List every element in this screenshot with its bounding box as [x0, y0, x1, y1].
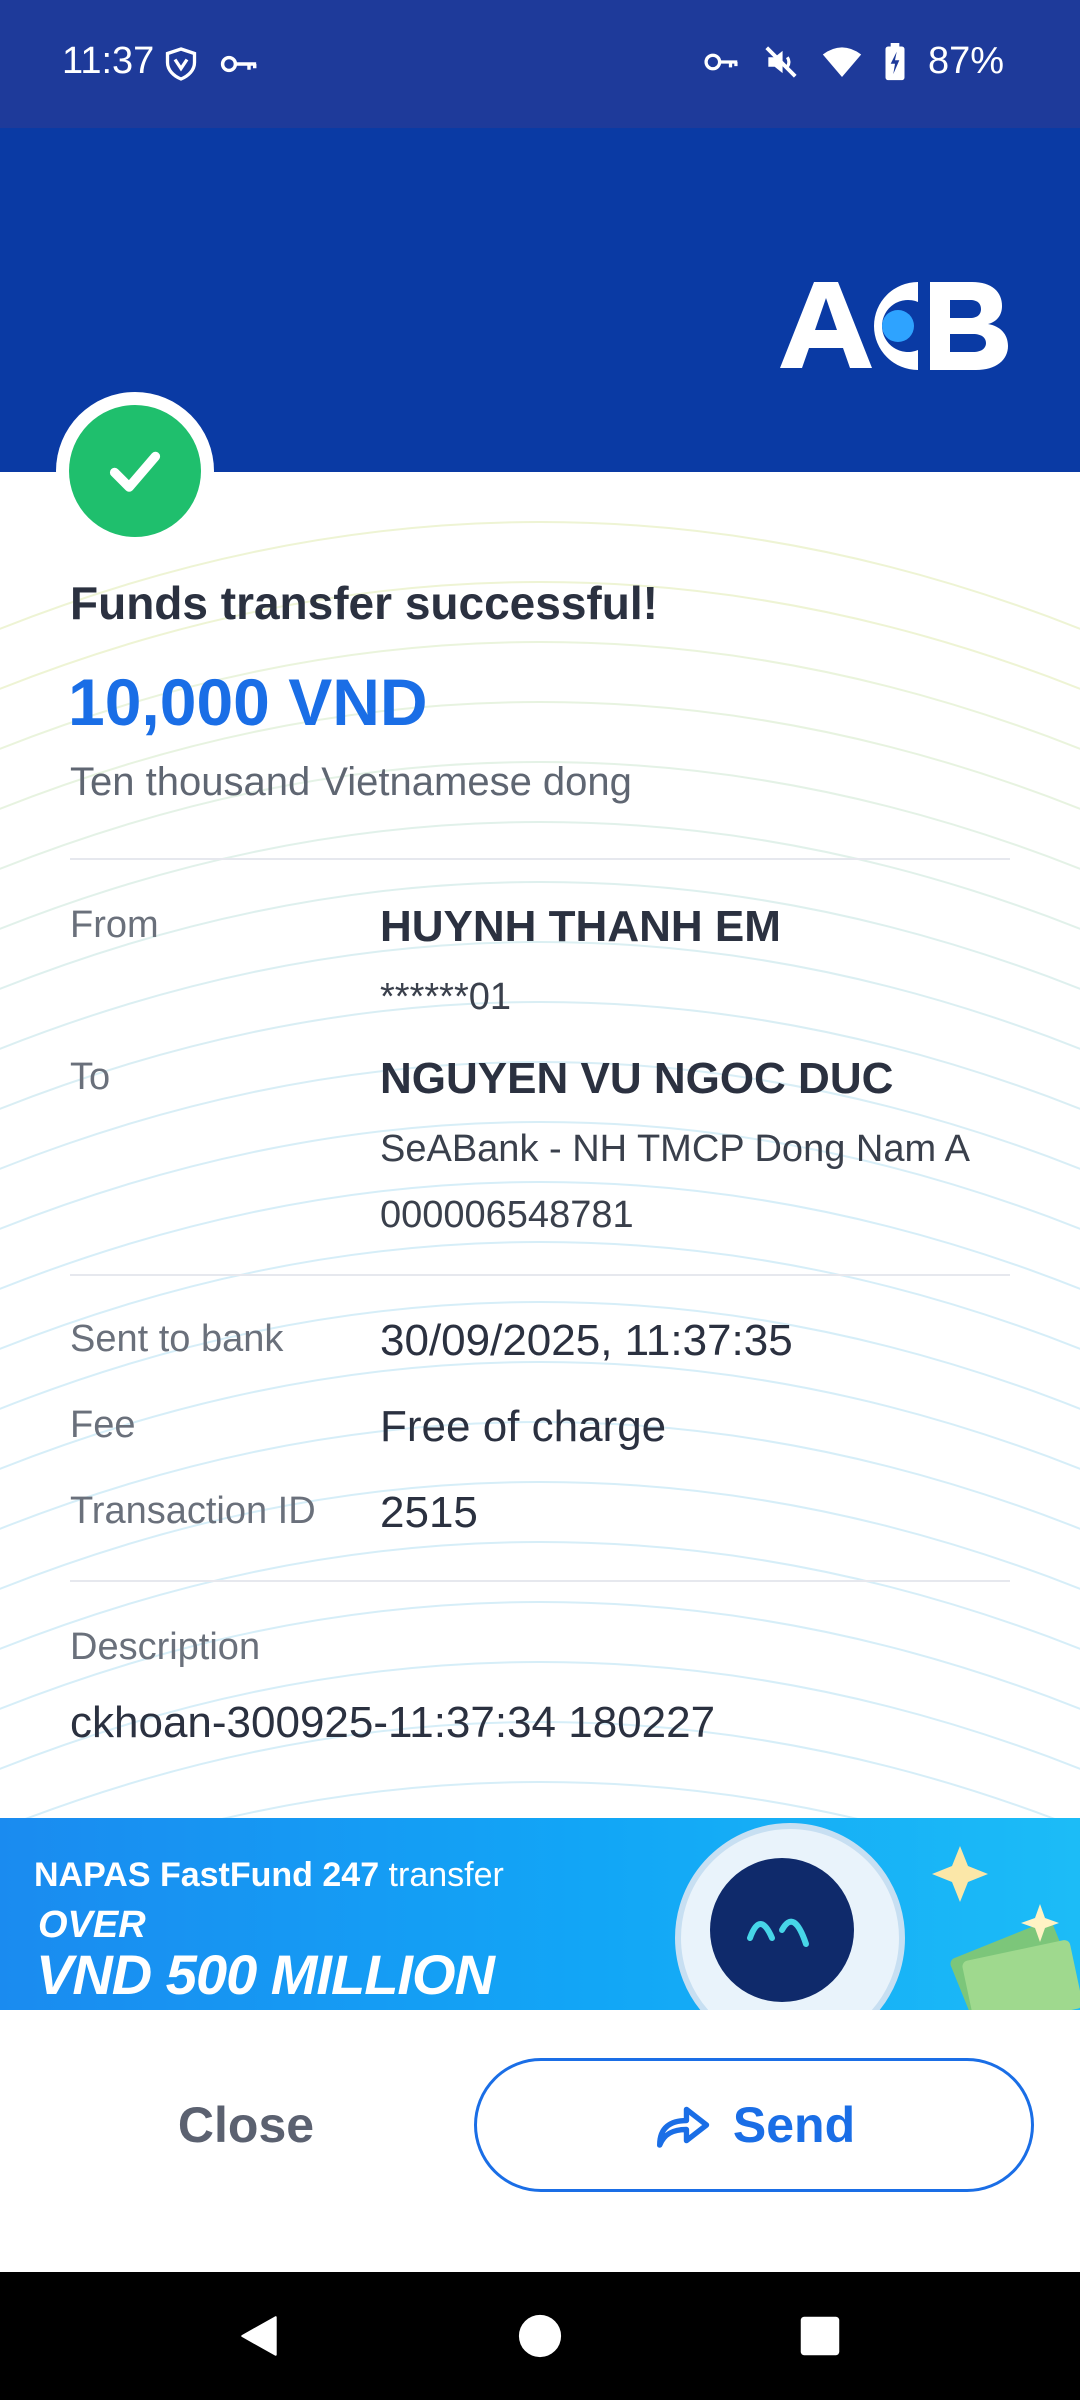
key-icon	[220, 55, 257, 73]
acb-logo	[780, 276, 1010, 376]
to-name: NGUYEN VU NGOC DUC	[380, 1054, 894, 1103]
bottom-actions: Close Send	[0, 2010, 1080, 2272]
napas-promo-banner[interactable]: NAPAS FastFund 247 transfer OVER VND 500…	[0, 1818, 1080, 2010]
banner-headline-bold: NAPAS FastFund 247	[34, 1856, 380, 1894]
sent-to-bank-value: 30/09/2025, 11:37:35	[380, 1316, 793, 1365]
back-icon[interactable]	[234, 2311, 284, 2361]
amount-in-words: Ten thousand Vietnamese dong	[70, 760, 632, 804]
description-value: ckhoan-300925-11:37:34 180227	[70, 1698, 716, 1747]
transfer-amount: 10,000 VND	[68, 665, 428, 739]
to-label: To	[70, 1056, 111, 1098]
fee-label: Fee	[70, 1404, 136, 1446]
vpn-shield-icon	[165, 47, 197, 81]
mute-icon	[765, 45, 797, 78]
share-arrow-icon	[656, 2106, 710, 2148]
transaction-id-value: 2515	[380, 1488, 478, 1537]
recents-icon[interactable]	[799, 2315, 841, 2357]
status-time: 11:37	[62, 40, 155, 82]
from-account: ******01	[380, 976, 511, 1018]
success-title: Funds transfer successful!	[70, 577, 658, 629]
battery-icon	[885, 42, 905, 80]
description-label: Description	[70, 1626, 261, 1668]
banner-amount-text: VND 500 MILLION	[36, 1943, 495, 2006]
wifi-icon	[822, 46, 862, 77]
success-check-badge	[56, 392, 214, 550]
send-button[interactable]: Send	[474, 2058, 1034, 2192]
banner-headline-rest: transfer	[379, 1856, 504, 1894]
divider	[70, 1274, 1010, 1276]
from-name: HUYNH THANH EM	[380, 902, 781, 951]
divider	[70, 1580, 1010, 1582]
check-icon	[69, 405, 201, 537]
to-bank: SeABank - NH TMCP Dong Nam A	[380, 1128, 970, 1170]
from-label: From	[70, 904, 159, 946]
status-right-icons: 87%	[702, 40, 1004, 83]
home-icon[interactable]	[517, 2313, 563, 2359]
status-left-icons	[163, 46, 259, 82]
battery-percent: 87%	[927, 40, 1004, 82]
sent-to-bank-label: Sent to bank	[70, 1318, 284, 1360]
transaction-id-label: Transaction ID	[70, 1490, 316, 1532]
close-button[interactable]: Close	[96, 2058, 396, 2192]
banner-over-text: OVER	[38, 1904, 146, 1946]
to-account: 000006548781	[380, 1194, 634, 1236]
divider	[70, 858, 1010, 860]
status-bar: 11:37 87%	[0, 0, 1080, 128]
fee-value: Free of charge	[380, 1402, 667, 1451]
vpn-key-icon	[704, 53, 738, 70]
system-nav-bar	[0, 2272, 1080, 2400]
send-label: Send	[732, 2097, 856, 2153]
mascot-illustration-icon	[675, 1823, 1080, 2010]
banner-headline: NAPAS FastFund 247 transfer	[34, 1856, 504, 1895]
